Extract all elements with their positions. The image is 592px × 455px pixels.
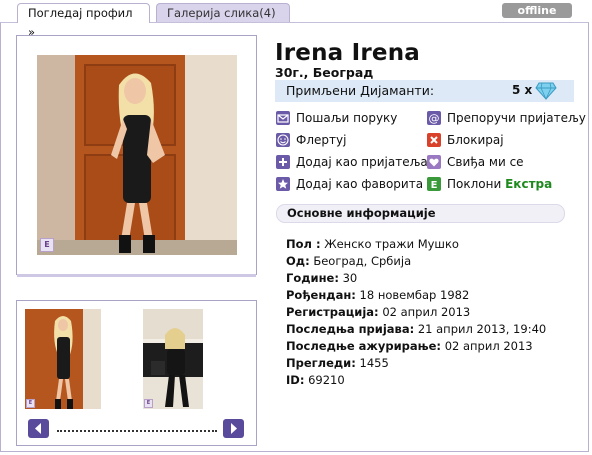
site-logo-icon: E [144, 399, 153, 408]
thumbnail-strip: E E [16, 300, 257, 446]
site-logo-icon: E [40, 238, 54, 252]
diamond-icon [535, 82, 557, 104]
extra-icon: E [427, 177, 441, 191]
recommend-friend-label: Препоручи пријатељу [447, 111, 586, 125]
info-row-age: Године: 30 [286, 271, 358, 285]
tab-photo-gallery[interactable]: Галерија слика(4) [156, 3, 290, 22]
heart-icon [427, 155, 441, 169]
next-arrow-button[interactable] [223, 419, 244, 438]
info-row-birthday: Рођендан: 18 новембар 1982 [286, 288, 470, 302]
plus-icon [276, 155, 290, 169]
thumbnail-photo-1[interactable]: E [25, 309, 101, 409]
block-icon [427, 133, 441, 147]
profile-name: Irena Irena [275, 40, 420, 66]
like-label: Свиђа ми се [447, 155, 524, 169]
info-row-gender: Пол : Женско тражи Мушко [286, 237, 459, 251]
info-row-last-update: Последње ажурирање: 02 април 2013 [286, 339, 533, 353]
diamonds-count: 5 x [512, 83, 533, 97]
diamonds-label: Примљени Дијаманти: [286, 83, 435, 98]
thumbnail-scroll-track [57, 430, 217, 432]
info-row-id: ID: 69210 [286, 373, 345, 387]
add-favorite-label: Додај као фаворита [296, 177, 424, 191]
thumbnail-photo-2[interactable]: E [143, 309, 203, 409]
main-photo-frame: E [16, 35, 257, 277]
svg-text:@: @ [429, 112, 440, 125]
info-row-views: Прегледи: 1455 [286, 356, 389, 370]
diamonds-bar: Примљени Дијаманти: 5 x [275, 80, 574, 102]
at-icon: @ [427, 111, 441, 125]
info-row-registration: Регистрација: 02 април 2013 [286, 305, 471, 319]
extra-highlight: Екстра [505, 177, 553, 191]
info-row-last-login: Последња пријава: 21 април 2013, 19:40 [286, 322, 547, 336]
add-friend-label: Додај као пријатеља [296, 155, 428, 169]
site-logo-icon: E [26, 399, 35, 408]
status-badge: offline [502, 3, 572, 18]
info-row-from: Од: Београд, Србија [286, 254, 412, 268]
smiley-icon [276, 133, 290, 147]
prev-arrow-button[interactable] [28, 419, 49, 438]
gift-extra-label: Поклони Екстра [447, 177, 553, 191]
block-label: Блокирај [447, 133, 504, 147]
svg-text:E: E [431, 180, 438, 191]
send-message-label: Пошаљи поруку [296, 111, 398, 125]
mail-icon [276, 111, 290, 125]
flirt-label: Флертуј [296, 133, 347, 147]
tab-view-profile[interactable]: Погледај профил » [17, 3, 150, 39]
profile-photo[interactable]: E [37, 55, 237, 255]
basic-info-heading: Основне информације [276, 204, 565, 223]
star-icon [276, 177, 290, 191]
profile-age-city: 30г., Београд [275, 65, 374, 80]
